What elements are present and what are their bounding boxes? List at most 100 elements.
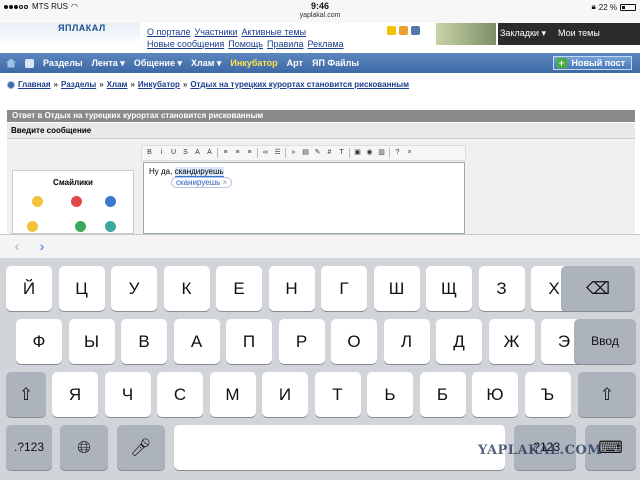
message-textarea[interactable]: Ну да, скандируешь bbox=[143, 162, 465, 234]
key-letter[interactable]: З bbox=[478, 266, 525, 311]
new-post-button[interactable]: Новый пост bbox=[552, 56, 632, 70]
key-letter[interactable]: Б bbox=[419, 372, 466, 417]
format-button-icon[interactable]: i bbox=[157, 148, 166, 158]
key-letter[interactable]: М bbox=[209, 372, 256, 417]
key-letter[interactable]: Ш bbox=[373, 266, 420, 311]
nav-item[interactable]: Лента ▾ bbox=[92, 58, 125, 69]
key-letter[interactable]: В bbox=[121, 319, 167, 364]
return-key[interactable]: Ввод bbox=[574, 319, 636, 364]
next-field-icon[interactable]: › bbox=[35, 239, 49, 253]
nav-item[interactable]: ЯП Файлы bbox=[312, 58, 359, 69]
key-letter[interactable]: С bbox=[157, 372, 203, 417]
smiley-cool-icon[interactable] bbox=[32, 196, 43, 207]
key-letter[interactable]: Т bbox=[314, 372, 361, 417]
format-button-icon[interactable]: ▣ bbox=[353, 148, 362, 158]
header-link[interactable]: Новые сообщения bbox=[147, 39, 224, 49]
site-logo[interactable]: ЯПЛАКАЛ bbox=[0, 23, 140, 45]
key-letter[interactable]: Л bbox=[383, 319, 430, 364]
header-link[interactable]: О портале bbox=[147, 27, 190, 37]
forum-icon bbox=[7, 80, 15, 89]
format-button-icon[interactable]: # bbox=[325, 148, 334, 158]
header-link[interactable]: Правила bbox=[267, 39, 304, 49]
breadcrumb-link[interactable]: Главная bbox=[18, 80, 51, 89]
key-letter[interactable]: О bbox=[331, 319, 377, 364]
smiley-devil-icon[interactable] bbox=[71, 196, 82, 207]
key-letter[interactable]: Ы bbox=[68, 319, 115, 364]
rss-icon[interactable] bbox=[399, 26, 408, 35]
home-icon[interactable] bbox=[6, 58, 16, 68]
key-letter[interactable]: Р bbox=[278, 319, 325, 364]
smiley-blue-icon[interactable] bbox=[105, 196, 116, 207]
nav-item[interactable]: Арт bbox=[287, 58, 303, 69]
breadcrumb-link[interactable]: Инкубатор bbox=[138, 80, 180, 89]
shift-left-key[interactable]: ⇧ bbox=[6, 372, 46, 417]
header-link[interactable]: Активные темы bbox=[241, 27, 306, 37]
header-link[interactable]: Участники bbox=[194, 27, 237, 37]
bookmarks-tab[interactable]: Закладки ▾ bbox=[500, 28, 546, 39]
microphone-key[interactable]: 🎤︎ bbox=[117, 425, 165, 470]
nav-item[interactable]: Разделы bbox=[43, 58, 83, 69]
space-key[interactable] bbox=[174, 425, 505, 470]
format-button-icon[interactable]: × bbox=[405, 148, 414, 158]
globe-key[interactable]: 🌐︎ bbox=[60, 425, 108, 470]
key-letter[interactable]: Ъ bbox=[524, 372, 571, 417]
format-button-icon[interactable]: ▥ bbox=[377, 148, 386, 158]
smiley-gun-icon[interactable] bbox=[75, 221, 86, 232]
format-button-icon[interactable]: ▤ bbox=[301, 148, 310, 158]
format-button-icon[interactable]: U bbox=[169, 148, 178, 158]
key-letter[interactable]: Ф bbox=[16, 319, 62, 364]
key-letter[interactable]: Щ bbox=[426, 266, 472, 311]
key-letter[interactable]: Е bbox=[216, 266, 262, 311]
breadcrumb-link[interactable]: Хлам bbox=[107, 80, 128, 89]
key-letter[interactable]: Й bbox=[6, 266, 52, 311]
breadcrumb-link[interactable]: Отдых на турецких курортах становится ри… bbox=[190, 80, 409, 89]
key-letter[interactable]: Ь bbox=[367, 372, 413, 417]
key-letter[interactable]: И bbox=[262, 372, 308, 417]
backspace-key[interactable]: ⌫ bbox=[561, 266, 635, 311]
star-icon[interactable] bbox=[387, 26, 396, 35]
key-letter[interactable]: Ю bbox=[472, 372, 518, 417]
format-button-icon[interactable]: ◉ bbox=[365, 148, 374, 158]
like-icon[interactable] bbox=[25, 58, 34, 68]
format-button-icon[interactable]: ≡ bbox=[233, 148, 242, 158]
format-button-icon[interactable]: S bbox=[181, 148, 190, 158]
nav-item[interactable]: Общение ▾ bbox=[134, 58, 182, 69]
mytopics-tab[interactable]: Мои темы bbox=[558, 28, 600, 39]
key-letter[interactable]: Г bbox=[321, 266, 367, 311]
key-letter[interactable]: У bbox=[111, 266, 157, 311]
key-letter[interactable]: Ц bbox=[58, 266, 105, 311]
shift-right-key[interactable]: ⇧ bbox=[578, 372, 636, 417]
header-link[interactable]: Помощь bbox=[228, 39, 263, 49]
url-label[interactable]: yaplakal.com bbox=[0, 12, 640, 23]
key-letter[interactable]: Я bbox=[52, 372, 98, 417]
key-letter[interactable]: Ж bbox=[488, 319, 535, 364]
format-button-icon[interactable]: ∞ bbox=[261, 148, 270, 158]
format-button-icon[interactable]: ≡ bbox=[245, 148, 254, 158]
key-letter[interactable]: П bbox=[226, 319, 272, 364]
format-button-icon[interactable]: ? bbox=[393, 148, 402, 158]
format-button-icon[interactable]: B bbox=[145, 148, 154, 158]
header-link[interactable]: Реклама bbox=[308, 39, 344, 49]
previous-field-icon[interactable]: ‹ bbox=[10, 239, 24, 253]
nav-item[interactable]: Хлам ▾ bbox=[191, 58, 221, 69]
key-letter[interactable]: Н bbox=[268, 266, 315, 311]
breadcrumb-link[interactable]: Разделы bbox=[61, 80, 96, 89]
smiley-green-icon[interactable] bbox=[105, 221, 116, 232]
format-button-icon[interactable]: A bbox=[193, 148, 202, 158]
nav-item[interactable]: Инкубатор bbox=[230, 58, 277, 69]
pencil-icon[interactable] bbox=[411, 26, 420, 35]
key-letter[interactable]: Ч bbox=[104, 372, 151, 417]
key-letter[interactable]: К bbox=[163, 266, 210, 311]
autocorrect-suggestion[interactable]: сканируешь × bbox=[171, 177, 233, 188]
format-button-icon[interactable]: » bbox=[289, 148, 298, 158]
format-button-icon[interactable]: ≡ bbox=[221, 148, 230, 158]
format-button-icon[interactable]: T bbox=[337, 148, 346, 158]
key-letter[interactable]: А bbox=[173, 319, 220, 364]
key-letter[interactable]: Д bbox=[436, 319, 482, 364]
numbers-key[interactable]: .?123 bbox=[6, 425, 52, 470]
smiley-thumb-icon[interactable] bbox=[27, 221, 38, 232]
format-button-icon[interactable]: A bbox=[205, 148, 214, 158]
format-button-icon[interactable]: ☰ bbox=[273, 148, 282, 158]
marked-word[interactable]: скандируешь bbox=[174, 167, 224, 177]
format-button-icon[interactable]: ✎ bbox=[313, 148, 322, 158]
